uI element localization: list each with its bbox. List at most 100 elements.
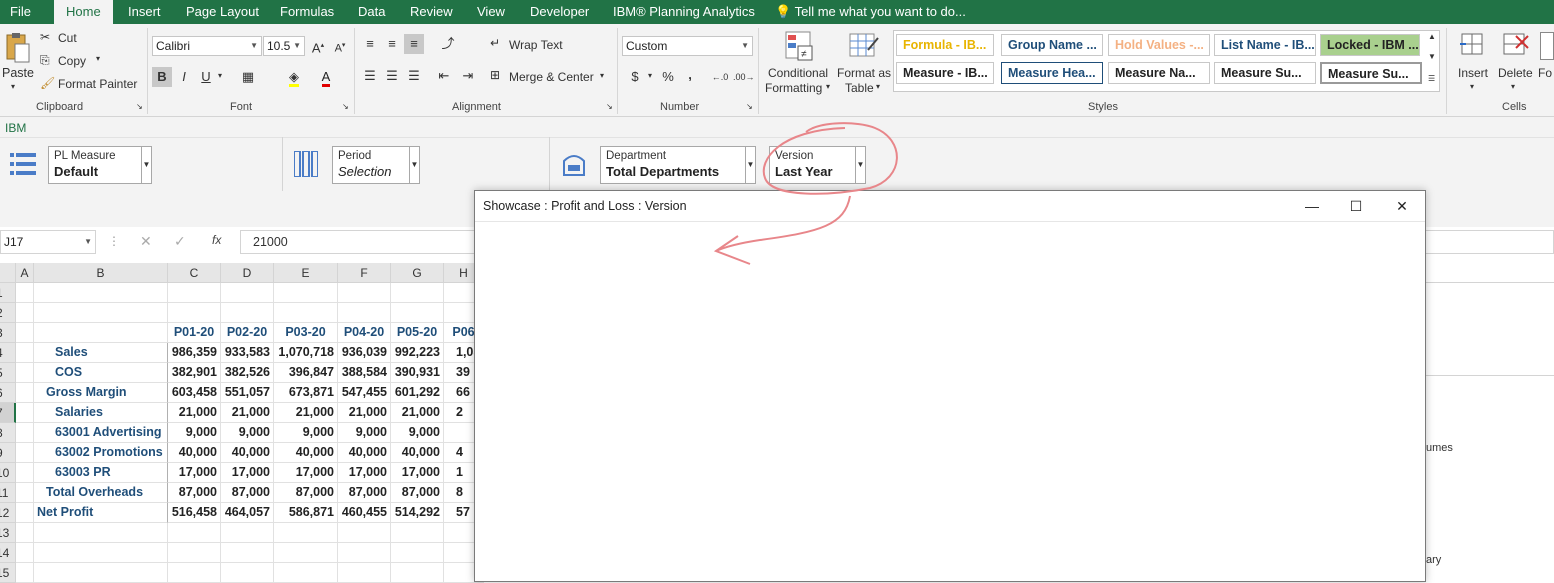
tab-ibm-planning-analytics[interactable]: IBM® Planning Analytics — [613, 0, 755, 24]
align-bottom-icon[interactable]: ≡ — [404, 34, 424, 54]
row-label[interactable]: 63001 Advertising — [34, 423, 168, 443]
increase-font-icon[interactable]: A▴ — [308, 36, 328, 56]
row-header[interactable]: 7 — [0, 403, 16, 423]
tab-home[interactable]: Home — [54, 0, 113, 26]
row-header[interactable]: 2 — [0, 303, 16, 323]
row-label[interactable]: COS — [34, 363, 168, 383]
empty-cell[interactable] — [221, 543, 274, 563]
row-label[interactable]: Net Profit — [34, 503, 168, 523]
decrease-font-icon[interactable]: A▾ — [330, 36, 350, 56]
empty-cell[interactable] — [338, 543, 391, 563]
style-measure-name[interactable]: Measure Na... — [1108, 62, 1210, 84]
style-measure[interactable]: Measure - IB... — [896, 62, 994, 84]
data-cell[interactable]: 586,871 — [274, 503, 338, 523]
data-cell[interactable]: 87,000 — [391, 483, 444, 503]
data-cell[interactable]: 933,583 — [221, 343, 274, 363]
period-header[interactable]: P04-20 — [338, 323, 391, 343]
gallery-up-icon[interactable]: ▲ — [1428, 32, 1436, 41]
empty-cell[interactable] — [16, 523, 34, 543]
data-cell[interactable]: 9,000 — [338, 423, 391, 443]
period-header[interactable]: P02-20 — [221, 323, 274, 343]
underline-button[interactable]: U — [196, 67, 216, 87]
paste-button[interactable]: Paste — [2, 66, 34, 80]
empty-cell[interactable] — [168, 283, 221, 303]
borders-icon[interactable]: ▦ — [238, 67, 258, 87]
cut-icon[interactable]: ✂ — [40, 30, 50, 44]
style-measure-header[interactable]: Measure Hea... — [1001, 62, 1103, 84]
format-cells-button[interactable]: Fo — [1538, 66, 1552, 80]
align-left-icon[interactable]: ☰ — [360, 66, 380, 86]
tab-developer[interactable]: Developer — [530, 0, 589, 24]
row-header[interactable]: 1 — [0, 283, 16, 303]
data-cell[interactable]: 87,000 — [221, 483, 274, 503]
paste-dropdown-icon[interactable]: ▾ — [11, 82, 15, 91]
insert-function-button[interactable]: fx — [212, 233, 221, 247]
row-label[interactable]: 63003 PR — [34, 463, 168, 483]
data-cell[interactable]: 9,000 — [221, 423, 274, 443]
merge-center-icon[interactable]: ⊞ — [490, 68, 500, 82]
tab-review[interactable]: Review — [410, 0, 453, 24]
column-header[interactable]: F — [338, 263, 391, 283]
chevron-down-icon[interactable]: ▼ — [745, 147, 755, 183]
department-picker[interactable]: Department Total Departments ▼ — [600, 146, 756, 184]
empty-cell[interactable] — [338, 563, 391, 583]
font-name-combo[interactable]: Calibri ▼ — [152, 36, 262, 56]
data-cell[interactable]: 547,455 — [338, 383, 391, 403]
conditional-formatting-icon[interactable]: ≠ — [784, 30, 816, 62]
data-cell[interactable]: 87,000 — [274, 483, 338, 503]
insert-cells-icon[interactable] — [1460, 30, 1486, 60]
style-formula[interactable]: Formula - IB... — [896, 34, 994, 56]
tab-file[interactable]: File — [10, 0, 31, 24]
data-cell[interactable]: 673,871 — [274, 383, 338, 403]
cut-button[interactable]: Cut — [58, 31, 77, 45]
empty-cell[interactable] — [274, 283, 338, 303]
clipboard-launcher-icon[interactable]: ↘ — [136, 102, 143, 111]
column-header[interactable]: A — [16, 263, 34, 283]
empty-cell[interactable] — [34, 323, 168, 343]
format-cells-icon[interactable] — [1540, 32, 1554, 60]
row-header[interactable]: 4 — [0, 343, 16, 363]
maximize-icon[interactable]: ☐ — [1341, 195, 1371, 217]
style-group-name[interactable]: Group Name ... — [1001, 34, 1103, 56]
row-header[interactable]: 6 — [0, 383, 16, 403]
font-size-combo[interactable]: 10.5 ▼ — [263, 36, 305, 56]
chevron-down-icon[interactable]: ▼ — [855, 147, 865, 183]
data-cell[interactable]: 21,000 — [274, 403, 338, 423]
row-header[interactable]: 14 — [0, 543, 16, 563]
empty-cell[interactable] — [16, 403, 34, 423]
empty-cell[interactable] — [338, 523, 391, 543]
align-top-icon[interactable]: ≡ — [360, 34, 380, 54]
tab-formulas[interactable]: Formulas — [280, 0, 334, 24]
data-cell[interactable]: 516,458 — [168, 503, 221, 523]
row-header[interactable]: 9 — [0, 443, 16, 463]
percent-button[interactable]: % — [658, 67, 678, 87]
column-header[interactable]: E — [274, 263, 338, 283]
align-center-icon[interactable]: ☰ — [382, 66, 402, 86]
data-cell[interactable]: 382,901 — [168, 363, 221, 383]
row-label[interactable]: Gross Margin — [34, 383, 168, 403]
gallery-down-icon[interactable]: ▼ — [1428, 52, 1436, 61]
data-cell[interactable]: 396,847 — [274, 363, 338, 383]
format-as-table-line1[interactable]: Format as — [837, 66, 891, 80]
number-launcher-icon[interactable]: ↘ — [746, 102, 753, 111]
data-cell[interactable]: 992,223 — [391, 343, 444, 363]
empty-cell[interactable] — [168, 563, 221, 583]
period-header[interactable]: P01-20 — [168, 323, 221, 343]
row-label[interactable]: Sales — [34, 343, 168, 363]
chevron-down-icon[interactable]: ▾ — [600, 71, 604, 80]
format-as-table-icon[interactable] — [848, 30, 880, 62]
style-locked[interactable]: Locked - IBM ... — [1320, 34, 1420, 56]
style-hold-values[interactable]: Hold Values -... — [1108, 34, 1210, 56]
format-painter-button[interactable]: Format Painter — [58, 77, 137, 91]
empty-cell[interactable] — [16, 383, 34, 403]
empty-cell[interactable] — [391, 543, 444, 563]
tab-page-layout[interactable]: Page Layout — [186, 0, 259, 24]
chevron-down-icon[interactable]: ▾ — [648, 71, 652, 80]
data-cell[interactable]: 986,359 — [168, 343, 221, 363]
empty-cell[interactable] — [338, 283, 391, 303]
data-cell[interactable]: 40,000 — [338, 443, 391, 463]
tab-insert[interactable]: Insert — [128, 0, 161, 24]
font-color-icon[interactable]: A — [316, 67, 336, 87]
data-cell[interactable]: 21,000 — [391, 403, 444, 423]
delete-cells-button[interactable]: Delete — [1498, 66, 1533, 80]
